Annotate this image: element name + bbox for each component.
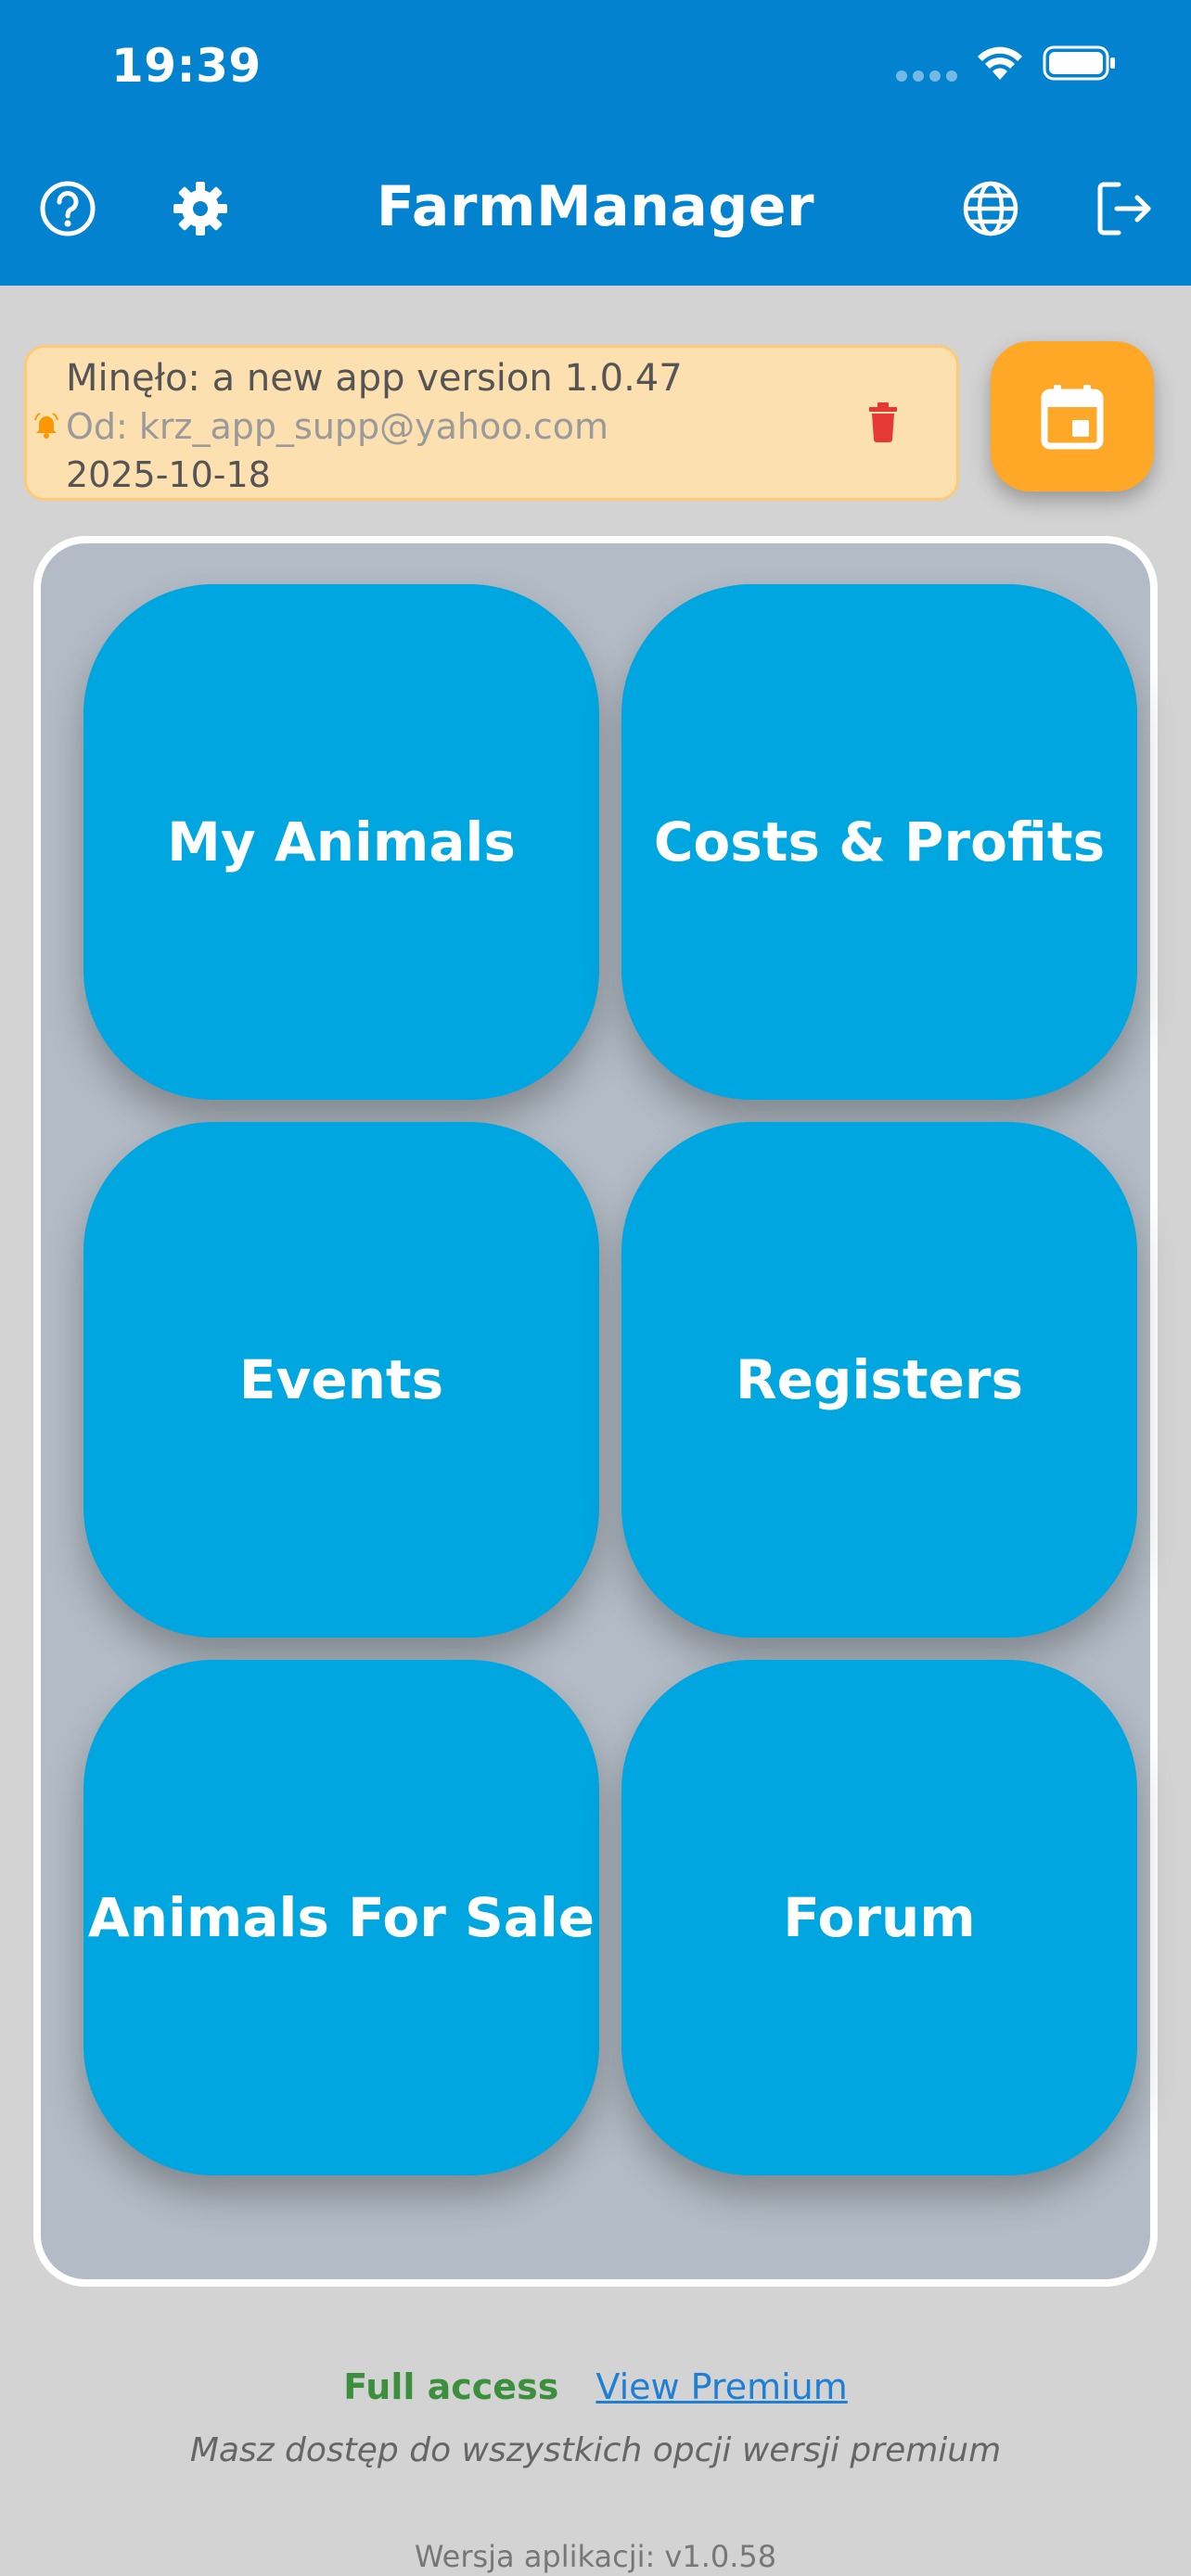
logout-icon (1097, 182, 1151, 236)
tile-label: Animals For Sale (87, 1886, 596, 1949)
tile-label: Forum (783, 1886, 976, 1949)
tile-label: Registers (735, 1348, 1024, 1411)
access-status: Full access (343, 2366, 559, 2407)
tile-label: My Animals (167, 810, 516, 874)
app-version: Wersja aplikacji: v1.0.58 (414, 2539, 777, 2574)
battery-icon (1043, 45, 1115, 81)
language-button[interactable] (958, 176, 1023, 241)
view-premium-link[interactable]: View Premium (596, 2366, 847, 2407)
forum-tile[interactable]: Forum (621, 1660, 1137, 2175)
alarm-bell-icon (34, 413, 58, 439)
access-status-row: Full access View Premium (0, 2366, 1191, 2407)
registers-tile[interactable]: Registers (621, 1122, 1137, 1638)
my-animals-tile[interactable]: My Animals (83, 584, 599, 1100)
costs-profits-tile[interactable]: Costs & Profits (621, 584, 1137, 1100)
globe-icon (963, 181, 1018, 236)
animals-for-sale-tile[interactable]: Animals For Sale (83, 1660, 599, 2175)
status-time: 19:39 (111, 39, 262, 93)
main-menu-panel: My Animals Costs & Profits Events Regist… (33, 536, 1158, 2287)
events-tile[interactable]: Events (83, 1122, 599, 1638)
notification-card[interactable]: Minęło: a new app version 1.0.47 Od: krz… (24, 345, 959, 501)
calendar-icon (1041, 385, 1104, 450)
wifi-icon (978, 46, 1022, 80)
notification-date: 2025-10-18 (66, 454, 271, 495)
trash-icon (869, 402, 897, 442)
tile-label: Events (238, 1348, 444, 1411)
notification-title: Minęło: a new app version 1.0.47 (66, 357, 683, 400)
premium-note: Masz dostęp do wszystkich opcji wersji p… (189, 2431, 1002, 2469)
status-indicators (896, 45, 1117, 82)
app-header: 19:39 FarmManager (0, 0, 1191, 286)
notification-sender: Od: krz_app_supp@yahoo.com (66, 406, 609, 447)
tile-label: Costs & Profits (653, 810, 1106, 874)
delete-notification-button[interactable] (865, 402, 901, 446)
calendar-button[interactable] (991, 341, 1154, 491)
cellular-signal-icon (896, 45, 957, 82)
logout-button[interactable] (1092, 176, 1157, 241)
